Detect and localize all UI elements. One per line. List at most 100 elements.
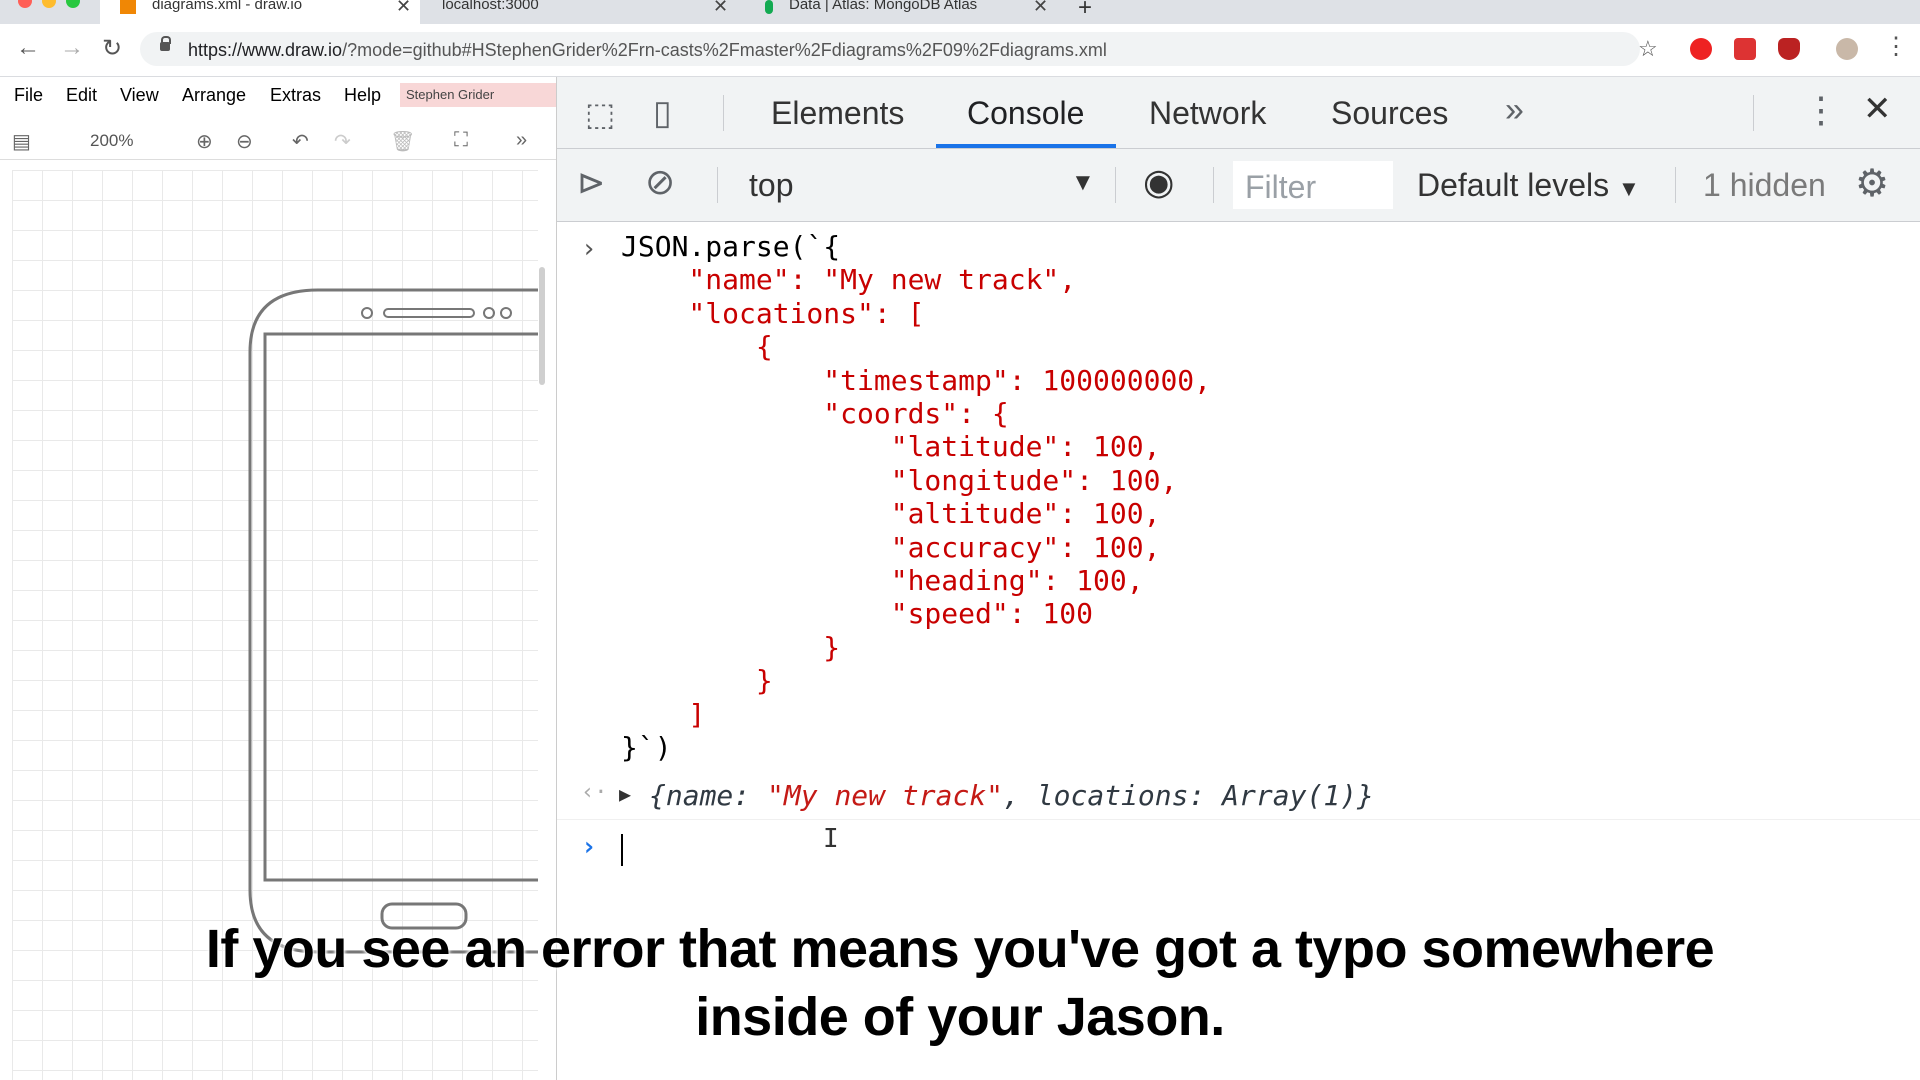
code-line: ] xyxy=(621,697,706,731)
bookmark-star-icon[interactable]: ☆ xyxy=(1638,36,1658,62)
forward-icon[interactable]: → xyxy=(60,34,84,62)
tab-close-icon[interactable]: ✕ xyxy=(396,0,411,17)
filter-placeholder: Filter xyxy=(1245,169,1317,205)
code-line: "timestamp": 100000000, xyxy=(621,363,1212,397)
subtitle-line-2: inside of your Jason. xyxy=(695,987,1225,1047)
show-sidebar-icon[interactable]: ⊳ xyxy=(577,163,606,203)
tab-close-icon[interactable]: ✕ xyxy=(713,0,728,17)
devtools-menu-icon[interactable]: ⋮ xyxy=(1803,89,1839,131)
menu-view[interactable]: View xyxy=(120,85,159,106)
zoom-in-icon[interactable]: ⊕ xyxy=(196,129,213,154)
shield-extension-icon[interactable] xyxy=(1778,38,1800,60)
url-host: https://www.draw.io xyxy=(188,40,343,60)
drawio-menubar: File Edit View Arrange Extras Help Steph… xyxy=(0,77,556,113)
code-line: "longitude": 100, xyxy=(621,463,1178,497)
separator xyxy=(1675,167,1676,203)
calendar-extension-icon[interactable] xyxy=(1734,38,1756,60)
result-arrow-icon: ‹· xyxy=(581,780,608,805)
live-expression-eye-icon[interactable]: ◉ xyxy=(1143,161,1174,203)
browser-tab-localhost[interactable]: localhost:3000 ✕ xyxy=(428,0,738,24)
separator xyxy=(717,167,718,203)
result-suffix: , locations: Array(1)} xyxy=(1003,779,1374,812)
browser-toolbar: ← → ↻ https://www.draw.io/?mode=github#H… xyxy=(0,24,1920,77)
window-zoom-icon[interactable] xyxy=(66,0,80,8)
tab-elements[interactable]: Elements xyxy=(771,95,904,132)
hidden-messages-count[interactable]: 1 hidden xyxy=(1703,167,1826,204)
device-toolbar-icon[interactable]: ▯ xyxy=(653,93,672,133)
context-selector[interactable]: top xyxy=(749,167,793,204)
window-close-icon[interactable] xyxy=(18,0,32,8)
tab-console[interactable]: Console xyxy=(967,95,1084,132)
browser-menu-icon[interactable]: ⋮ xyxy=(1884,32,1908,61)
code-line: "heading": 100, xyxy=(621,564,1144,597)
opera-extension-icon[interactable] xyxy=(1690,38,1712,60)
clear-console-icon[interactable]: ⊘ xyxy=(645,161,675,203)
console-result[interactable]: {name: "My new track", locations: Array(… xyxy=(649,779,1374,812)
separator xyxy=(723,95,724,131)
browser-tab-atlas[interactable]: Data | Atlas: MongoDB Atlas ✕ xyxy=(755,0,1065,24)
url-path: /?mode=github#HStephenGrider%2Frn-casts%… xyxy=(342,40,1107,60)
code-line: } xyxy=(621,664,773,698)
code-line: "altitude": 100, xyxy=(621,497,1161,531)
more-tools-icon[interactable]: » xyxy=(516,129,527,152)
user-badge[interactable]: Stephen Grider xyxy=(400,83,556,107)
inspect-element-icon[interactable]: ⬚ xyxy=(585,95,615,133)
tab-network[interactable]: Network xyxy=(1149,95,1266,132)
result-divider xyxy=(557,819,1920,820)
undo-icon[interactable]: ↶ xyxy=(292,129,309,154)
canvas-scrollbar[interactable] xyxy=(539,267,545,385)
code-line: "accuracy": 100, xyxy=(621,530,1161,564)
selected-tab-indicator xyxy=(936,144,1116,148)
devtools-tab-bar: ⬚ ▯ Elements Console Network Sources » ⋮… xyxy=(557,77,1920,149)
code-line: "locations": [ xyxy=(621,296,925,330)
mouse-ibeam-icon: I xyxy=(823,824,839,854)
tab-title: diagrams.xml - draw.io xyxy=(152,0,303,13)
console-settings-gear-icon[interactable]: ⚙ xyxy=(1855,161,1889,206)
drawio-favicon-icon xyxy=(120,0,136,14)
tab-title: localhost:3000 xyxy=(442,0,539,13)
text-cursor[interactable] xyxy=(621,834,623,866)
window-minimize-icon[interactable] xyxy=(42,0,56,8)
menu-file[interactable]: File xyxy=(14,85,43,106)
drawio-toolbar: ▤ 200% ⊕ ⊖ ↶ ↷ 🗑 ⛶ » xyxy=(0,121,556,160)
mongodb-leaf-icon xyxy=(765,0,773,14)
code-line: "name": "My new track", xyxy=(621,263,1077,297)
tab-sources[interactable]: Sources xyxy=(1331,95,1448,132)
separator xyxy=(1753,95,1754,131)
menu-arrange[interactable]: Arrange xyxy=(182,85,246,106)
console-toolbar: ⊳ ⊘ top ▼ ◉ Filter Default levels ▼ 1 hi… xyxy=(557,149,1920,222)
code-line: "coords": { xyxy=(621,397,1009,430)
lock-icon xyxy=(160,36,171,51)
back-icon[interactable]: ← xyxy=(16,34,40,62)
tab-title: Data | Atlas: MongoDB Atlas xyxy=(789,0,978,13)
code-line: "speed": 100 xyxy=(621,597,1094,631)
delete-icon[interactable]: 🗑 xyxy=(390,129,415,154)
url-text[interactable]: https://www.draw.io/?mode=github#HStephe… xyxy=(188,40,1107,61)
log-levels-dropdown[interactable]: Default levels ▼ xyxy=(1417,167,1640,204)
close-devtools-icon[interactable]: ✕ xyxy=(1863,89,1892,129)
code-line: } xyxy=(621,630,841,664)
browser-tab-drawio[interactable]: diagrams.xml - draw.io ✕ xyxy=(100,0,420,24)
code-line: }`) xyxy=(621,731,672,764)
zoom-select[interactable]: 200% xyxy=(90,131,133,151)
menu-help[interactable]: Help xyxy=(344,85,381,106)
more-tabs-chevron-icon[interactable]: » xyxy=(1505,91,1524,130)
separator xyxy=(1213,167,1214,203)
log-levels-label: Default levels xyxy=(1417,167,1610,203)
browser-tab-strip: diagrams.xml - draw.io ✕ localhost:3000 … xyxy=(0,0,1920,24)
new-tab-icon[interactable]: + xyxy=(1078,0,1092,22)
reload-icon[interactable]: ↻ xyxy=(102,34,122,63)
expand-triangle-icon[interactable]: ▶ xyxy=(619,782,631,806)
menu-extras[interactable]: Extras xyxy=(270,85,321,106)
context-dropdown-arrow-icon[interactable]: ▼ xyxy=(1071,169,1095,197)
levels-arrow-icon: ▼ xyxy=(1617,176,1640,201)
menu-edit[interactable]: Edit xyxy=(66,85,97,106)
profile-avatar[interactable] xyxy=(1836,38,1858,60)
input-chevron-icon: › xyxy=(581,234,597,264)
format-panel-icon[interactable]: ▤ xyxy=(12,129,31,154)
tab-close-icon[interactable]: ✕ xyxy=(1033,0,1048,17)
zoom-out-icon[interactable]: ⊖ xyxy=(236,129,253,154)
fit-icon[interactable]: ⛶ xyxy=(454,129,468,152)
code-line: "latitude": 100, xyxy=(621,430,1161,464)
redo-icon[interactable]: ↷ xyxy=(334,129,351,154)
